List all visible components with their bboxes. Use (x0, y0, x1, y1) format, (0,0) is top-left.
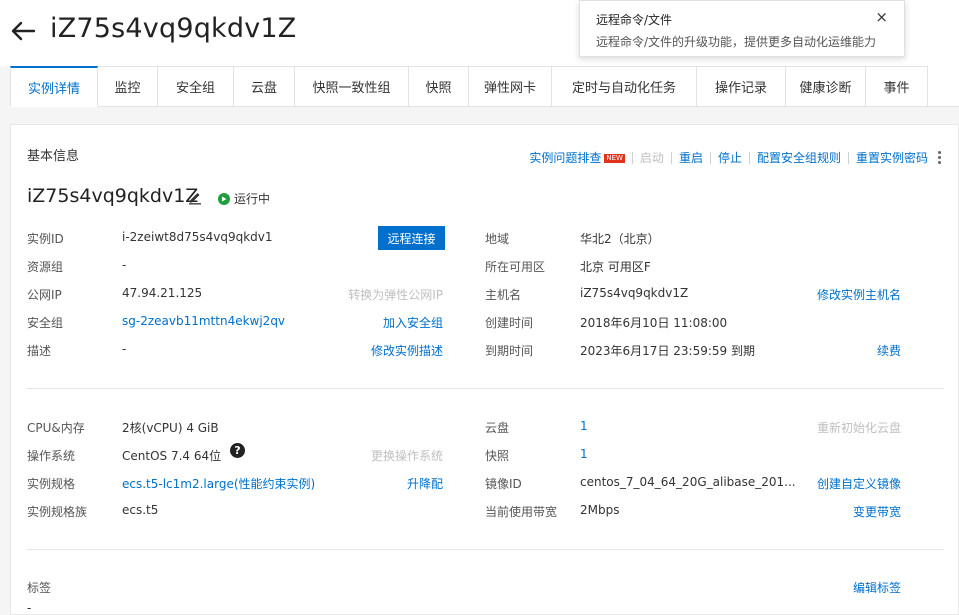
expire-time-label: 到期时间 (485, 344, 534, 358)
description-value: - (122, 342, 127, 356)
upgrade-downgrade-button[interactable]: 升降配 (407, 475, 443, 492)
tags-value: - (27, 601, 32, 615)
create-custom-image-button[interactable]: 创建自定义镜像 (817, 475, 901, 492)
close-icon[interactable]: × (875, 9, 888, 25)
instance-family-value: ecs.t5 (122, 503, 159, 517)
instance-id-label: 实例ID (27, 232, 64, 246)
divider (670, 151, 672, 164)
instance-type-label: 实例规格 (27, 477, 76, 491)
popover-text: 远程命令/文件的升级功能，提供更多自动化运维能力 (596, 35, 877, 49)
tab-disks[interactable]: 云盘 (234, 66, 295, 107)
created-time-value: 2018年6月10日 11:08:00 (580, 316, 728, 330)
change-os-button[interactable]: 更换操作系统 (371, 447, 443, 464)
expire-time-value: 2023年6月17日 23:59:59 到期 (580, 344, 755, 358)
snapshot-label: 快照 (485, 449, 510, 463)
instance-detail-card: 基本信息 实例问题排查 NEW 启动 重启 停止 配置安全组规则 重置实例密码 i… (10, 124, 959, 615)
section-divider (27, 388, 944, 389)
tab-scheduled-tasks[interactable]: 定时与自动化任务 (552, 66, 697, 107)
instance-actions-bar: 实例问题排查 NEW 启动 重启 停止 配置安全组规则 重置实例密码 (529, 149, 942, 166)
tab-bar: 实例详情 监控 安全组 云盘 快照一致性组 快照 弹性网卡 定时与自动化任务 操… (10, 66, 959, 107)
tab-health-diagnosis[interactable]: 健康诊断 (786, 66, 866, 107)
os-label: 操作系统 (27, 449, 76, 463)
image-id-value: centos_7_04_64_20G_alibase_201... (580, 475, 796, 489)
tab-snapshot-consistency-groups[interactable]: 快照一致性组 (295, 66, 409, 107)
remote-command-popover: 远程命令/文件 远程命令/文件的升级功能，提供更多自动化运维能力 × (579, 0, 905, 57)
tab-operation-logs[interactable]: 操作记录 (697, 66, 786, 107)
os-value: CentOS 7.4 64位 (122, 449, 222, 463)
popover-title: 远程命令/文件 (596, 13, 673, 27)
divider (631, 151, 633, 164)
more-vertical-icon[interactable] (938, 151, 942, 164)
tags-label: 标签 (27, 581, 52, 595)
security-group-link[interactable]: sg-2zeavb11mttn4ekwj2qv (122, 314, 285, 328)
section-divider (27, 549, 944, 550)
section-title-basic-info: 基本信息 (27, 149, 80, 164)
security-group-label: 安全组 (27, 316, 64, 330)
public-ip-label: 公网IP (27, 288, 62, 302)
disk-count-link[interactable]: 1 (580, 419, 588, 433)
reset-password-button[interactable]: 重置实例密码 (856, 149, 928, 166)
image-id-label: 镜像ID (485, 477, 522, 491)
region-value: 华北2（北京） (580, 232, 660, 246)
page-title: iZ75s4vq9qkdv1Z (50, 13, 297, 44)
edit-pencil-icon[interactable] (187, 189, 203, 205)
new-badge: NEW (604, 154, 625, 163)
hostname-value: iZ75s4vq9qkdv1Z (580, 286, 689, 300)
tab-snapshots[interactable]: 快照 (409, 66, 469, 107)
start-button[interactable]: 启动 (640, 149, 664, 166)
edit-description-button[interactable]: 修改实例描述 (371, 342, 443, 359)
bandwidth-value: 2Mbps (580, 503, 620, 517)
edit-hostname-button[interactable]: 修改实例主机名 (817, 286, 901, 303)
help-icon[interactable]: ? (230, 443, 245, 458)
cpu-memory-value: 2核(vCPU) 4 GiB (122, 421, 219, 435)
running-status-icon (218, 192, 230, 205)
convert-eip-button[interactable]: 转换为弹性公网IP (348, 286, 443, 303)
troubleshoot-link[interactable]: 实例问题排查 NEW (529, 149, 625, 166)
instance-family-label: 实例规格族 (27, 505, 88, 519)
config-sg-rules-button[interactable]: 配置安全组规则 (757, 149, 841, 166)
status-text: 运行中 (234, 192, 271, 206)
disk-label: 云盘 (485, 421, 510, 435)
reinit-disk-button[interactable]: 重新初始化云盘 (817, 419, 901, 436)
zone-label: 所在可用区 (485, 260, 546, 274)
divider (748, 151, 750, 164)
status-badge: 运行中 (218, 190, 270, 207)
stop-button[interactable]: 停止 (718, 149, 742, 166)
instance-type-link[interactable]: ecs.t5-lc1m2.large(性能约束实例) (122, 475, 315, 492)
remote-connect-button[interactable]: 远程连接 (378, 226, 445, 250)
tab-security-groups[interactable]: 安全组 (158, 66, 234, 107)
created-time-label: 创建时间 (485, 316, 534, 330)
instance-id-value: i-2zeiwt8d75s4vq9qkdv1 (122, 230, 273, 244)
restart-button[interactable]: 重启 (679, 149, 703, 166)
renew-button[interactable]: 续费 (877, 342, 901, 359)
snapshot-count-link[interactable]: 1 (580, 447, 588, 461)
resource-group-label: 资源组 (27, 260, 64, 274)
divider (847, 151, 849, 164)
tab-instance-details[interactable]: 实例详情 (10, 66, 98, 107)
zone-value: 北京 可用区F (580, 260, 651, 274)
join-security-group-button[interactable]: 加入安全组 (383, 314, 443, 331)
back-arrow-icon[interactable] (10, 20, 36, 42)
region-label: 地域 (485, 232, 510, 246)
tab-monitoring[interactable]: 监控 (98, 66, 158, 107)
description-label: 描述 (27, 344, 52, 358)
public-ip-value: 47.94.21.125 (122, 286, 203, 300)
resource-group-value: - (122, 258, 127, 272)
divider (709, 151, 711, 164)
instance-name: iZ75s4vq9qkdv1Z (27, 185, 199, 207)
cpu-memory-label: CPU&内存 (27, 421, 85, 435)
hostname-label: 主机名 (485, 288, 522, 302)
edit-tags-button[interactable]: 编辑标签 (853, 579, 901, 596)
change-bandwidth-button[interactable]: 变更带宽 (853, 503, 901, 520)
tab-events[interactable]: 事件 (866, 66, 928, 107)
bandwidth-label: 当前使用带宽 (485, 505, 558, 519)
tab-eni[interactable]: 弹性网卡 (469, 66, 552, 107)
